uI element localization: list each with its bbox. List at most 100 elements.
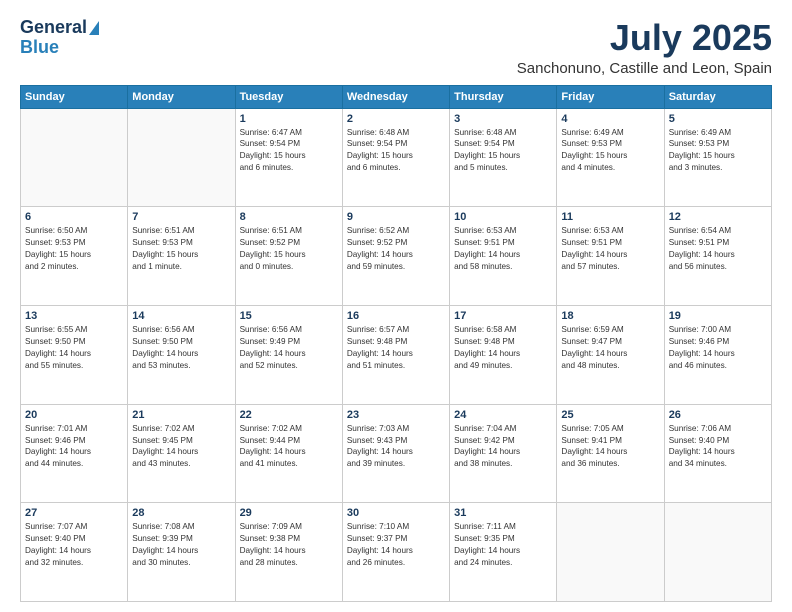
calendar-cell: 5 Sunrise: 6:49 AMSunset: 9:53 PMDaylight… <box>664 108 771 207</box>
calendar-cell: 7 Sunrise: 6:51 AMSunset: 9:53 PMDaylight… <box>128 207 235 306</box>
calendar-cell <box>664 503 771 602</box>
calendar-cell: 27 Sunrise: 7:07 AMSunset: 9:40 PMDayligh… <box>21 503 128 602</box>
day-info: Sunrise: 7:04 AMSunset: 9:42 PMDaylight:… <box>454 423 552 471</box>
calendar-cell: 12 Sunrise: 6:54 AMSunset: 9:51 PMDayligh… <box>664 207 771 306</box>
day-info: Sunrise: 7:01 AMSunset: 9:46 PMDaylight:… <box>25 423 123 471</box>
day-info: Sunrise: 6:52 AMSunset: 9:52 PMDaylight:… <box>347 225 445 273</box>
page: General Blue July 2025 Sanchonuno, Casti… <box>0 0 792 612</box>
day-number: 13 <box>25 310 123 322</box>
day-info: Sunrise: 7:03 AMSunset: 9:43 PMDaylight:… <box>347 423 445 471</box>
day-info: Sunrise: 7:10 AMSunset: 9:37 PMDaylight:… <box>347 521 445 569</box>
calendar-cell: 3 Sunrise: 6:48 AMSunset: 9:54 PMDaylight… <box>450 108 557 207</box>
day-info: Sunrise: 7:00 AMSunset: 9:46 PMDaylight:… <box>669 324 767 372</box>
logo-blue: Blue <box>20 38 59 58</box>
day-info: Sunrise: 6:56 AMSunset: 9:49 PMDaylight:… <box>240 324 338 372</box>
calendar-cell: 10Sunrise: 6:53 AMSunset: 9:51 PMDayligh… <box>450 207 557 306</box>
calendar-week-row: 27 Sunrise: 7:07 AMSunset: 9:40 PMDayligh… <box>21 503 772 602</box>
calendar-cell: 22Sunrise: 7:02 AMSunset: 9:44 PMDayligh… <box>235 404 342 503</box>
header: General Blue July 2025 Sanchonuno, Casti… <box>20 18 772 77</box>
day-info: Sunrise: 7:08 AMSunset: 9:39 PMDaylight:… <box>132 521 230 569</box>
calendar-cell: 23 Sunrise: 7:03 AMSunset: 9:43 PMDayligh… <box>342 404 449 503</box>
day-number: 1 <box>240 113 338 125</box>
day-number: 11 <box>561 211 659 223</box>
calendar-cell: 11 Sunrise: 6:53 AMSunset: 9:51 PMDayligh… <box>557 207 664 306</box>
day-info: Sunrise: 6:55 AMSunset: 9:50 PMDaylight:… <box>25 324 123 372</box>
day-number: 27 <box>25 507 123 519</box>
calendar-cell: 14Sunrise: 6:56 AMSunset: 9:50 PMDayligh… <box>128 305 235 404</box>
day-info: Sunrise: 6:58 AMSunset: 9:48 PMDaylight:… <box>454 324 552 372</box>
day-info: Sunrise: 7:07 AMSunset: 9:40 PMDaylight:… <box>25 521 123 569</box>
day-number: 10 <box>454 211 552 223</box>
day-info: Sunrise: 7:11 AMSunset: 9:35 PMDaylight:… <box>454 521 552 569</box>
day-info: Sunrise: 6:51 AMSunset: 9:52 PMDaylight:… <box>240 225 338 273</box>
calendar-cell <box>21 108 128 207</box>
subtitle: Sanchonuno, Castille and Leon, Spain <box>517 60 772 77</box>
calendar-cell: 30 Sunrise: 7:10 AMSunset: 9:37 PMDayligh… <box>342 503 449 602</box>
day-number: 7 <box>132 211 230 223</box>
calendar-cell: 2Sunrise: 6:48 AMSunset: 9:54 PMDaylight… <box>342 108 449 207</box>
calendar-cell: 25Sunrise: 7:05 AMSunset: 9:41 PMDayligh… <box>557 404 664 503</box>
calendar-cell: 21 Sunrise: 7:02 AMSunset: 9:45 PMDayligh… <box>128 404 235 503</box>
calendar-week-row: 1Sunrise: 6:47 AMSunset: 9:54 PMDaylight… <box>21 108 772 207</box>
calendar-cell <box>557 503 664 602</box>
calendar-table: SundayMondayTuesdayWednesdayThursdayFrid… <box>20 85 772 602</box>
day-number: 19 <box>669 310 767 322</box>
day-info: Sunrise: 6:59 AMSunset: 9:47 PMDaylight:… <box>561 324 659 372</box>
day-number: 29 <box>240 507 338 519</box>
day-info: Sunrise: 6:48 AMSunset: 9:54 PMDaylight:… <box>347 127 445 175</box>
calendar-header-friday: Friday <box>557 85 664 108</box>
day-number: 16 <box>347 310 445 322</box>
calendar-header-sunday: Sunday <box>21 85 128 108</box>
calendar-cell: 8Sunrise: 6:51 AMSunset: 9:52 PMDaylight… <box>235 207 342 306</box>
day-info: Sunrise: 7:02 AMSunset: 9:44 PMDaylight:… <box>240 423 338 471</box>
calendar-week-row: 13 Sunrise: 6:55 AMSunset: 9:50 PMDayligh… <box>21 305 772 404</box>
day-number: 17 <box>454 310 552 322</box>
title-block: July 2025 Sanchonuno, Castille and Leon,… <box>517 18 772 77</box>
calendar-week-row: 6 Sunrise: 6:50 AMSunset: 9:53 PMDaylight… <box>21 207 772 306</box>
calendar-cell: 4Sunrise: 6:49 AMSunset: 9:53 PMDaylight… <box>557 108 664 207</box>
calendar-header-saturday: Saturday <box>664 85 771 108</box>
day-info: Sunrise: 7:06 AMSunset: 9:40 PMDaylight:… <box>669 423 767 471</box>
day-number: 12 <box>669 211 767 223</box>
day-number: 26 <box>669 409 767 421</box>
logo-general: General <box>20 18 87 38</box>
day-info: Sunrise: 6:51 AMSunset: 9:53 PMDaylight:… <box>132 225 230 273</box>
calendar-header-tuesday: Tuesday <box>235 85 342 108</box>
calendar-week-row: 20 Sunrise: 7:01 AMSunset: 9:46 PMDayligh… <box>21 404 772 503</box>
day-number: 5 <box>669 113 767 125</box>
day-info: Sunrise: 6:56 AMSunset: 9:50 PMDaylight:… <box>132 324 230 372</box>
day-number: 28 <box>132 507 230 519</box>
day-info: Sunrise: 6:50 AMSunset: 9:53 PMDaylight:… <box>25 225 123 273</box>
day-number: 21 <box>132 409 230 421</box>
calendar-cell: 20 Sunrise: 7:01 AMSunset: 9:46 PMDayligh… <box>21 404 128 503</box>
main-title: July 2025 <box>517 18 772 58</box>
calendar-cell: 17 Sunrise: 6:58 AMSunset: 9:48 PMDayligh… <box>450 305 557 404</box>
day-info: Sunrise: 7:02 AMSunset: 9:45 PMDaylight:… <box>132 423 230 471</box>
calendar-cell: 9 Sunrise: 6:52 AMSunset: 9:52 PMDaylight… <box>342 207 449 306</box>
day-number: 15 <box>240 310 338 322</box>
day-number: 3 <box>454 113 552 125</box>
day-number: 25 <box>561 409 659 421</box>
day-info: Sunrise: 7:09 AMSunset: 9:38 PMDaylight:… <box>240 521 338 569</box>
day-info: Sunrise: 6:54 AMSunset: 9:51 PMDaylight:… <box>669 225 767 273</box>
day-number: 6 <box>25 211 123 223</box>
calendar-header-row: SundayMondayTuesdayWednesdayThursdayFrid… <box>21 85 772 108</box>
day-info: Sunrise: 6:49 AMSunset: 9:53 PMDaylight:… <box>669 127 767 175</box>
day-number: 18 <box>561 310 659 322</box>
calendar-cell: 26 Sunrise: 7:06 AMSunset: 9:40 PMDayligh… <box>664 404 771 503</box>
calendar-cell: 6 Sunrise: 6:50 AMSunset: 9:53 PMDaylight… <box>21 207 128 306</box>
day-number: 9 <box>347 211 445 223</box>
calendar-cell <box>128 108 235 207</box>
day-info: Sunrise: 6:48 AMSunset: 9:54 PMDaylight:… <box>454 127 552 175</box>
day-number: 24 <box>454 409 552 421</box>
calendar-header-wednesday: Wednesday <box>342 85 449 108</box>
day-number: 30 <box>347 507 445 519</box>
day-number: 20 <box>25 409 123 421</box>
day-number: 4 <box>561 113 659 125</box>
calendar-header-thursday: Thursday <box>450 85 557 108</box>
calendar-cell: 13 Sunrise: 6:55 AMSunset: 9:50 PMDayligh… <box>21 305 128 404</box>
day-info: Sunrise: 6:53 AMSunset: 9:51 PMDaylight:… <box>561 225 659 273</box>
calendar-cell: 16Sunrise: 6:57 AMSunset: 9:48 PMDayligh… <box>342 305 449 404</box>
logo: General Blue <box>20 18 99 58</box>
day-number: 23 <box>347 409 445 421</box>
